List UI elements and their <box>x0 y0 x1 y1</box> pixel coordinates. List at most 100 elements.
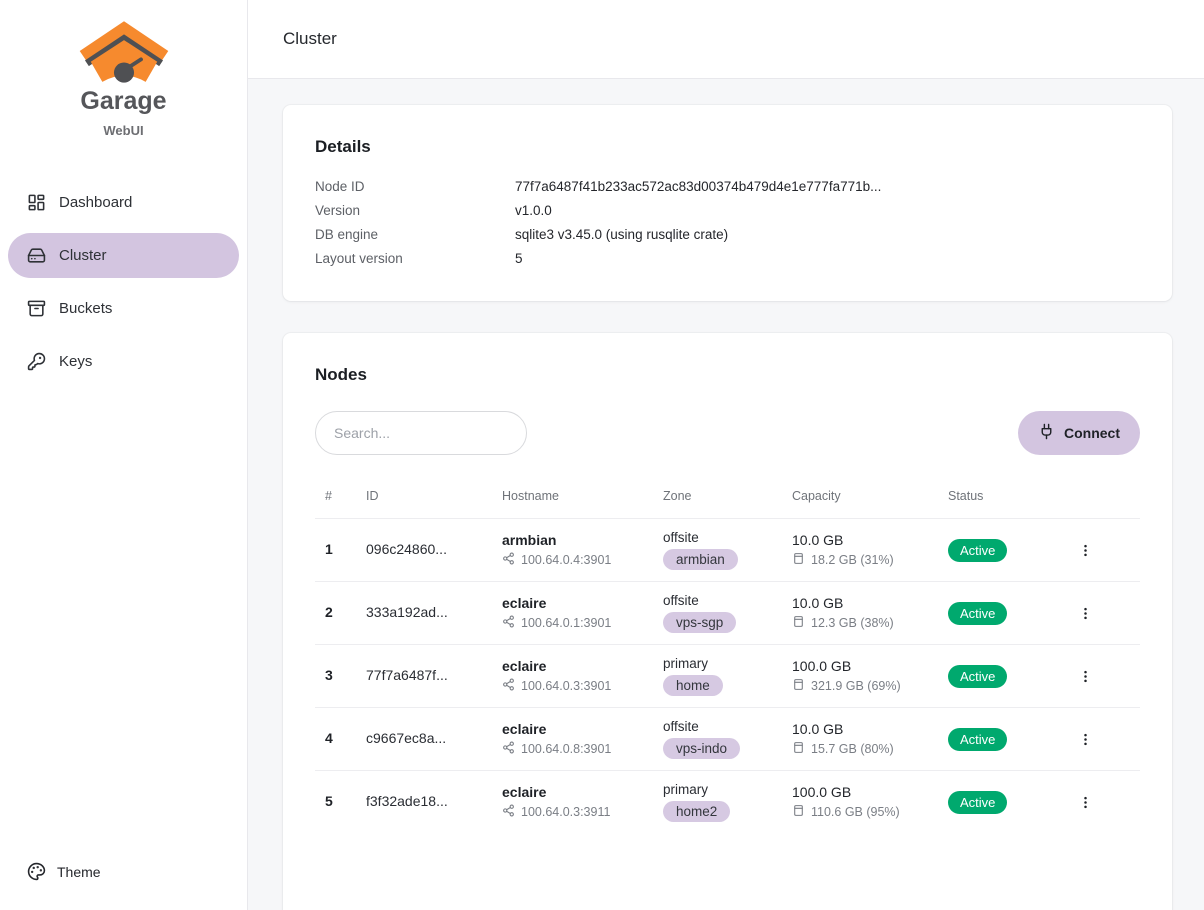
detail-label: Layout version <box>315 247 515 271</box>
search-input[interactable] <box>315 411 527 455</box>
status-badge: Active <box>948 539 1007 562</box>
connect-button[interactable]: Connect <box>1018 411 1140 455</box>
zone-tag-badge: vps-indo <box>663 738 740 759</box>
table-row: 4 c9667ec8a... eclaire 100.64.0.8:3901 o… <box>315 708 1140 771</box>
hard-drive-icon <box>27 246 46 265</box>
detail-value: 77f7a6487f41b233ac572ac83d00374b479d4e1e… <box>515 175 881 199</box>
node-usage: 321.9 GB (69%) <box>811 679 901 693</box>
storage-icon <box>792 741 805 757</box>
bucket-icon <box>27 299 46 318</box>
node-address-line: 100.64.0.8:3901 <box>502 741 647 757</box>
key-icon <box>27 352 46 371</box>
node-id: c9667ec8a... <box>366 730 446 746</box>
plug-icon <box>1038 423 1055 443</box>
node-address: 100.64.0.3:3911 <box>521 805 610 819</box>
node-hostname: eclaire <box>502 658 647 674</box>
share-nodes-icon <box>502 804 515 820</box>
status-badge: Active <box>948 791 1007 814</box>
node-capacity: 100.0 GB <box>792 784 932 800</box>
node-id: f3f32ade18... <box>366 793 448 809</box>
table-header-row: #IDHostnameZoneCapacityStatus <box>315 481 1140 519</box>
column-header: # <box>315 481 358 519</box>
sidebar-item-label: Buckets <box>59 300 112 317</box>
sidebar-item-cluster[interactable]: Cluster <box>8 233 239 278</box>
node-usage-line: 321.9 GB (69%) <box>792 678 932 694</box>
node-usage: 110.6 GB (95%) <box>811 805 900 819</box>
node-number: 3 <box>325 667 333 683</box>
share-nodes-icon <box>502 615 515 631</box>
nodes-controls: Connect <box>315 411 1140 455</box>
brand-subtitle: WebUI <box>8 123 239 138</box>
theme-button[interactable]: Theme <box>8 851 239 892</box>
brand: Garage WebUI <box>8 16 239 138</box>
node-usage: 12.3 GB (38%) <box>811 616 894 630</box>
sidebar-item-keys[interactable]: Keys <box>8 339 239 384</box>
node-hostname: armbian <box>502 532 647 548</box>
detail-label: Node ID <box>315 175 515 199</box>
kebab-menu-icon <box>1078 667 1093 686</box>
storage-icon <box>792 678 805 694</box>
detail-value: sqlite3 v3.45.0 (using rusqlite crate) <box>515 223 728 247</box>
sidebar-item-label: Cluster <box>59 247 107 264</box>
node-hostname: eclaire <box>502 721 647 737</box>
row-menu-button[interactable] <box>1074 663 1097 690</box>
node-zone: offsite <box>663 593 776 608</box>
details-card: Details Node ID77f7a6487f41b233ac572ac83… <box>283 105 1172 301</box>
zone-tag-badge: vps-sgp <box>663 612 736 633</box>
node-usage-line: 18.2 GB (31%) <box>792 552 932 568</box>
node-address-line: 100.64.0.1:3901 <box>502 615 647 631</box>
sidebar-item-buckets[interactable]: Buckets <box>8 286 239 331</box>
sidebar-item-label: Dashboard <box>59 194 132 211</box>
zone-tag-badge: armbian <box>663 549 738 570</box>
nodes-card: Nodes Connect #IDHostnameZoneCapacitySta… <box>283 333 1172 910</box>
detail-row: DB enginesqlite3 v3.45.0 (using rusqlite… <box>315 223 1140 247</box>
node-address-line: 100.64.0.3:3901 <box>502 678 647 694</box>
content-area: Details Node ID77f7a6487f41b233ac572ac83… <box>248 79 1204 910</box>
detail-label: DB engine <box>315 223 515 247</box>
column-header: ID <box>358 481 494 519</box>
kebab-menu-icon <box>1078 793 1093 812</box>
kebab-menu-icon <box>1078 541 1093 560</box>
sidebar-item-dashboard[interactable]: Dashboard <box>8 180 239 225</box>
garage-logo-icon <box>76 20 172 88</box>
zone-tag-badge: home2 <box>663 801 730 822</box>
table-row: 2 333a192ad... eclaire 100.64.0.1:3901 o… <box>315 582 1140 645</box>
row-menu-button[interactable] <box>1074 789 1097 816</box>
node-usage: 18.2 GB (31%) <box>811 553 894 567</box>
column-header: Zone <box>655 481 784 519</box>
node-address: 100.64.0.1:3901 <box>521 616 611 630</box>
node-address-line: 100.64.0.3:3911 <box>502 804 647 820</box>
detail-row: Versionv1.0.0 <box>315 199 1140 223</box>
node-address: 100.64.0.3:3901 <box>521 679 611 693</box>
node-number: 1 <box>325 541 333 557</box>
node-usage: 15.7 GB (80%) <box>811 742 894 756</box>
node-hostname: eclaire <box>502 595 647 611</box>
node-zone: primary <box>663 656 776 671</box>
dashboard-icon <box>27 193 46 212</box>
column-header: Hostname <box>494 481 655 519</box>
page-title: Cluster <box>283 29 337 49</box>
detail-row: Node ID77f7a6487f41b233ac572ac83d00374b4… <box>315 175 1140 199</box>
details-rows: Node ID77f7a6487f41b233ac572ac83d00374b4… <box>315 175 1140 271</box>
table-body: 1 096c24860... armbian 100.64.0.4:3901 o… <box>315 519 1140 834</box>
column-header: Capacity <box>784 481 940 519</box>
node-capacity: 10.0 GB <box>792 532 932 548</box>
row-menu-button[interactable] <box>1074 600 1097 627</box>
node-usage-line: 110.6 GB (95%) <box>792 804 932 820</box>
node-zone: offsite <box>663 530 776 545</box>
kebab-menu-icon <box>1078 730 1093 749</box>
table-row: 5 f3f32ade18... eclaire 100.64.0.3:3911 … <box>315 771 1140 834</box>
top-bar: Cluster <box>248 0 1204 79</box>
status-badge: Active <box>948 602 1007 625</box>
row-menu-button[interactable] <box>1074 726 1097 753</box>
kebab-menu-icon <box>1078 604 1093 623</box>
brand-title: Garage <box>8 88 239 116</box>
row-menu-button[interactable] <box>1074 537 1097 564</box>
node-id: 77f7a6487f... <box>366 667 448 683</box>
node-address-line: 100.64.0.4:3901 <box>502 552 647 568</box>
palette-icon <box>27 862 46 881</box>
node-usage-line: 12.3 GB (38%) <box>792 615 932 631</box>
sidebar-spacer <box>8 384 239 852</box>
storage-icon <box>792 804 805 820</box>
node-zone: primary <box>663 782 776 797</box>
